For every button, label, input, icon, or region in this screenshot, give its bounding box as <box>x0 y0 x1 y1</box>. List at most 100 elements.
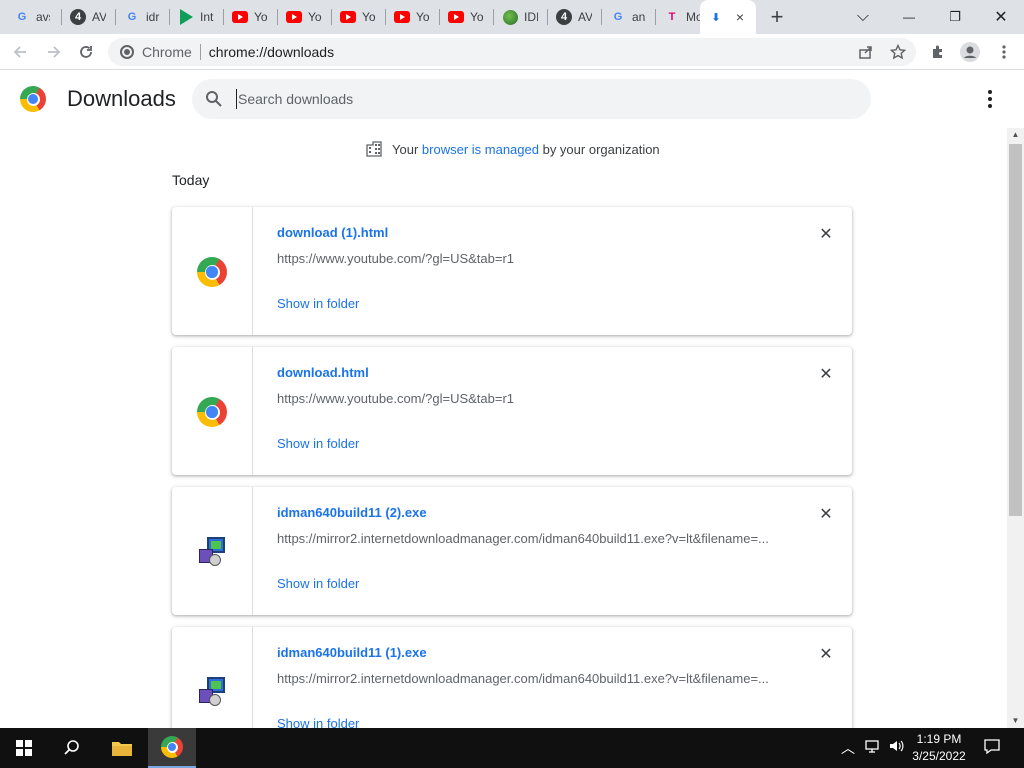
page-scrollbar[interactable]: ▲ ▼ <box>1007 128 1024 728</box>
remove-close-icon[interactable]: ✕ <box>816 225 836 245</box>
globe-icon <box>502 9 518 25</box>
notifications-icon[interactable] <box>982 738 1002 758</box>
tab-5[interactable]: Yo <box>224 0 276 34</box>
file-source-url[interactable]: https://www.youtube.com/?gl=US&tab=r1 <box>277 251 782 266</box>
download-item: download.html https://www.youtube.com/?g… <box>172 347 852 475</box>
new-tab-button[interactable]: + <box>754 0 800 34</box>
managed-pre: Your <box>392 141 419 157</box>
tab-strip: G avs 4 AV G idr Int Yo Yo Yo Yo Yo <box>0 0 1024 34</box>
tab-search-button[interactable]: ⌵ <box>840 0 886 34</box>
downloads-header: Downloads <box>0 70 1024 128</box>
card-clip: idman640build11 (1).exe https://mirror2.… <box>160 620 860 728</box>
remove-close-icon[interactable]: ✕ <box>816 365 836 385</box>
tab-downloads-active[interactable]: ⬇ × <box>700 0 756 34</box>
youtube-icon <box>286 9 302 25</box>
search-box[interactable] <box>192 79 871 119</box>
search-icon <box>64 740 79 755</box>
search-taskbar-button[interactable] <box>48 728 96 768</box>
exe-installer-icon <box>197 677 227 707</box>
exe-installer-icon <box>197 537 227 567</box>
back-arrow-icon[interactable] <box>6 38 34 66</box>
show-in-folder-link[interactable]: Show in folder <box>277 296 359 311</box>
tab-title: Yo <box>470 10 484 24</box>
scroll-down-arrow-icon[interactable]: ▼ <box>1007 714 1024 728</box>
reload-icon[interactable] <box>72 38 100 66</box>
network-icon[interactable] <box>862 738 882 758</box>
url-text[interactable]: chrome://downloads <box>209 44 334 60</box>
file-source-url[interactable]: https://mirror2.internetdownloadmanager.… <box>277 671 782 686</box>
google-g-icon: G <box>17 11 27 23</box>
show-in-folder-link[interactable]: Show in folder <box>277 436 359 451</box>
extensions-puzzle-icon[interactable] <box>924 38 952 66</box>
site-info-icon[interactable] <box>120 45 134 59</box>
tab-9[interactable]: Yo <box>440 0 492 34</box>
volume-icon[interactable] <box>886 738 906 758</box>
forward-arrow-icon[interactable] <box>40 38 68 66</box>
managed-notice: Your browser is managed by your organiza… <box>366 140 660 158</box>
clock-time[interactable]: 1:19 PM <box>906 732 972 746</box>
chrome-icon <box>197 397 227 427</box>
file-name-link[interactable]: idman640build11 (2).exe <box>277 505 427 520</box>
remove-close-icon[interactable]: ✕ <box>816 505 836 525</box>
play-icon <box>178 9 194 25</box>
tab-title: Yo <box>416 10 430 24</box>
file-source-url[interactable]: https://mirror2.internetdownloadmanager.… <box>277 531 782 546</box>
managed-link[interactable]: browser is managed <box>422 142 539 157</box>
tab-title: Yo <box>362 10 376 24</box>
tab-title: Yo <box>308 10 322 24</box>
bookmark-star-icon[interactable] <box>884 38 912 66</box>
tab-title: Mo <box>686 10 700 24</box>
tab-4[interactable]: Int <box>170 0 222 34</box>
managed-post: by your organization <box>542 141 660 157</box>
chrome-label: Chrome <box>142 44 192 60</box>
tab-title: avs <box>36 10 50 24</box>
share-icon[interactable] <box>852 38 880 66</box>
show-in-folder-link[interactable]: Show in folder <box>277 716 359 728</box>
chrome-menu-icon[interactable] <box>990 38 1018 66</box>
download-item: idman640build11 (2).exe https://mirror2.… <box>172 487 852 615</box>
folder-icon <box>112 742 132 756</box>
close-tab-icon[interactable]: × <box>732 9 748 25</box>
profile-avatar-icon[interactable] <box>956 38 984 66</box>
scroll-thumb[interactable] <box>1009 144 1022 516</box>
start-button[interactable] <box>0 728 48 768</box>
download-icon: ⬇ <box>711 11 721 24</box>
tab-title: IDI <box>524 10 538 24</box>
address-bar[interactable]: Chrome chrome://downloads <box>108 38 916 66</box>
tab-title: Int <box>200 10 214 24</box>
file-name-link[interactable]: download (1).html <box>277 225 388 240</box>
search-input[interactable] <box>236 89 836 109</box>
scroll-up-arrow-icon[interactable]: ▲ <box>1007 128 1024 142</box>
minimize-button[interactable]: — <box>886 0 932 34</box>
tab-10[interactable]: IDI <box>494 0 546 34</box>
tab-8[interactable]: Yo <box>386 0 438 34</box>
file-name-link[interactable]: download.html <box>277 365 369 380</box>
chrome-icon <box>197 257 227 287</box>
file-source-url[interactable]: https://www.youtube.com/?gl=US&tab=r1 <box>277 391 782 406</box>
youtube-icon <box>232 9 248 25</box>
tab-1[interactable]: G avs <box>6 0 58 34</box>
download-item: idman640build11 (1).exe https://mirror2.… <box>172 627 852 728</box>
building-icon <box>366 141 382 157</box>
tab-13[interactable]: T Mo <box>656 0 700 34</box>
restore-button[interactable]: ❐ <box>932 0 978 34</box>
chrome-taskbar-button[interactable] <box>148 728 196 768</box>
show-in-folder-link[interactable]: Show in folder <box>277 576 359 591</box>
tab-2[interactable]: 4 AV <box>62 0 114 34</box>
tab-title: idr <box>146 10 160 24</box>
tab-11[interactable]: 4 AV <box>548 0 600 34</box>
file-explorer-button[interactable] <box>98 728 146 768</box>
tab-7[interactable]: Yo <box>332 0 384 34</box>
tab-title: Yo <box>254 10 268 24</box>
remove-close-icon[interactable]: ✕ <box>816 645 836 665</box>
tab-3[interactable]: G idr <box>116 0 168 34</box>
page-title: Downloads <box>67 86 176 111</box>
window-close-button[interactable]: ✕ <box>978 0 1024 34</box>
file-name-link[interactable]: idman640build11 (1).exe <box>277 645 427 660</box>
tab-12[interactable]: G an <box>602 0 654 34</box>
clock-date[interactable]: 3/25/2022 <box>906 749 972 763</box>
windows-logo-icon <box>16 740 32 756</box>
tab-6[interactable]: Yo <box>278 0 330 34</box>
downloads-more-menu-icon[interactable] <box>980 89 1000 109</box>
show-hidden-icons-chevron-icon[interactable]: ︿ <box>838 738 858 758</box>
